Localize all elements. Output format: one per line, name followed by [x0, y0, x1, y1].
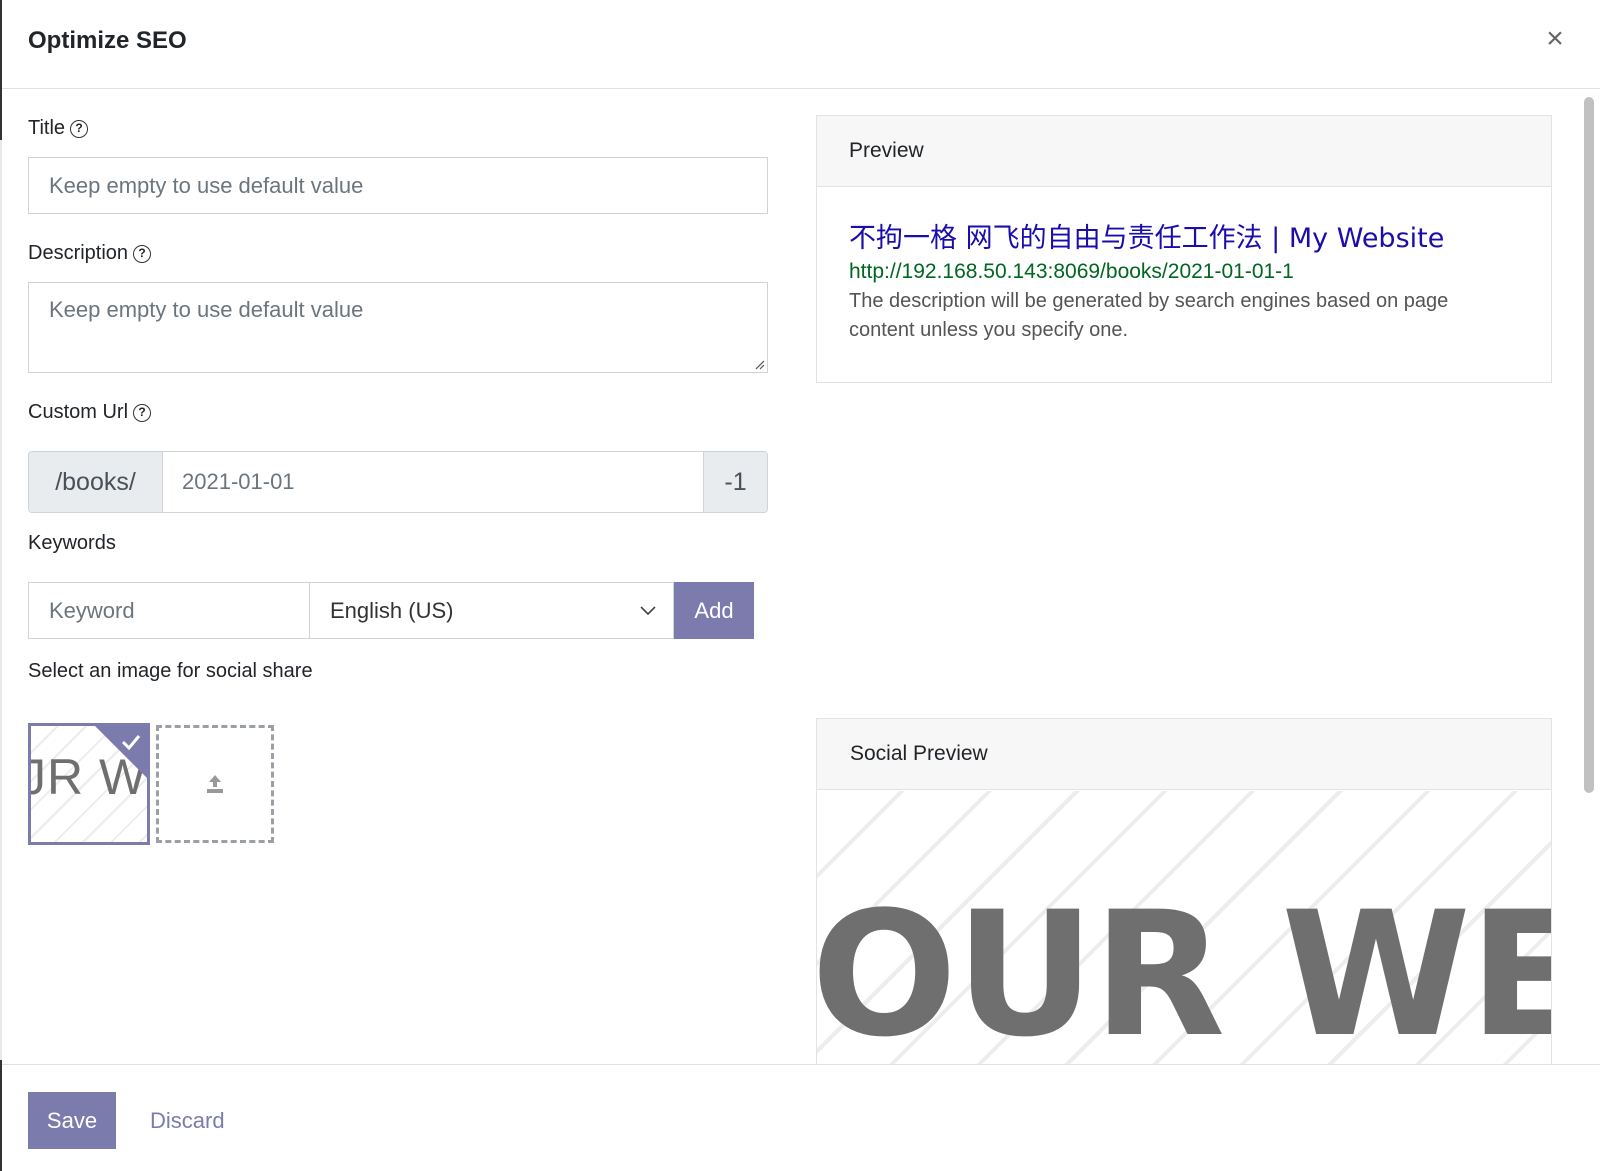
url-suffix: -1	[703, 452, 767, 512]
custom-url-label-text: Custom Url	[28, 401, 129, 423]
social-image-thumbnail-selected[interactable]: JR W	[28, 723, 150, 845]
description-textarea[interactable]: Keep empty to use default value	[28, 282, 768, 373]
keyword-input[interactable]: Keyword	[28, 582, 310, 639]
resize-handle-icon[interactable]	[753, 358, 765, 370]
dialog-body: Title ? Keep empty to use default value …	[2, 89, 1600, 1064]
title-label-text: Title	[28, 117, 66, 139]
title-input[interactable]: Keep empty to use default value	[28, 157, 768, 214]
add-keyword-button[interactable]: Add	[674, 582, 754, 639]
dialog-footer: Save Discard	[2, 1064, 1600, 1171]
discard-button[interactable]: Discard	[150, 1092, 225, 1149]
keywords-label: Keywords	[28, 532, 116, 555]
preview-card: Preview 不拘一格 网飞的自由与责任工作法 | My Website ht…	[816, 115, 1552, 383]
social-image-label-text: Select an image for social share	[28, 660, 313, 682]
title-label: Title ?	[28, 117, 89, 140]
url-prefix: /books/	[29, 452, 163, 512]
help-icon[interactable]: ?	[133, 244, 152, 263]
social-preview-header: Social Preview	[817, 719, 1551, 790]
upload-icon	[207, 775, 223, 793]
dialog-header: Optimize SEO ×	[2, 0, 1600, 89]
preview-header: Preview	[817, 116, 1551, 187]
upload-image-button[interactable]	[156, 725, 274, 843]
close-icon[interactable]: ×	[1544, 24, 1566, 54]
preview-title: 不拘一格 网飞的自由与责任工作法 | My Website	[849, 223, 1445, 254]
social-image-label: Select an image for social share	[28, 660, 313, 683]
help-icon[interactable]: ?	[133, 403, 152, 422]
scrollbar-thumb[interactable]	[1584, 97, 1594, 793]
keyword-placeholder: Keyword	[49, 597, 135, 623]
help-icon[interactable]: ?	[70, 119, 89, 138]
title-input-placeholder: Keep empty to use default value	[49, 172, 364, 198]
check-icon	[121, 735, 141, 750]
url-slug-placeholder: 2021-01-01	[182, 469, 295, 494]
custom-url-label: Custom Url ?	[28, 401, 152, 424]
keywords-group: Keyword English (US) Add	[28, 582, 754, 639]
keywords-label-text: Keywords	[28, 532, 116, 554]
custom-url-group: /books/ 2021-01-01 -1	[28, 451, 768, 513]
url-slug-input[interactable]: 2021-01-01	[163, 452, 703, 512]
chevron-down-icon	[640, 606, 656, 616]
scrollbar[interactable]	[1582, 93, 1596, 1068]
description-label: Description ?	[28, 242, 152, 265]
social-preview-image-text: OUR WEB	[817, 874, 1551, 1064]
language-select-value: English (US)	[330, 597, 454, 623]
social-preview-image: OUR WEB	[817, 791, 1551, 1064]
description-label-text: Description	[28, 242, 129, 264]
dialog-title: Optimize SEO	[28, 27, 187, 54]
language-select[interactable]: English (US)	[310, 582, 674, 639]
preview-url: http://192.168.50.143:8069/books/2021-01…	[849, 260, 1294, 283]
social-preview-card: Social Preview OUR WEB	[816, 718, 1552, 1064]
preview-description: The description will be generated by sea…	[849, 290, 1449, 341]
description-placeholder: Keep empty to use default value	[49, 297, 364, 322]
save-button[interactable]: Save	[28, 1092, 116, 1149]
